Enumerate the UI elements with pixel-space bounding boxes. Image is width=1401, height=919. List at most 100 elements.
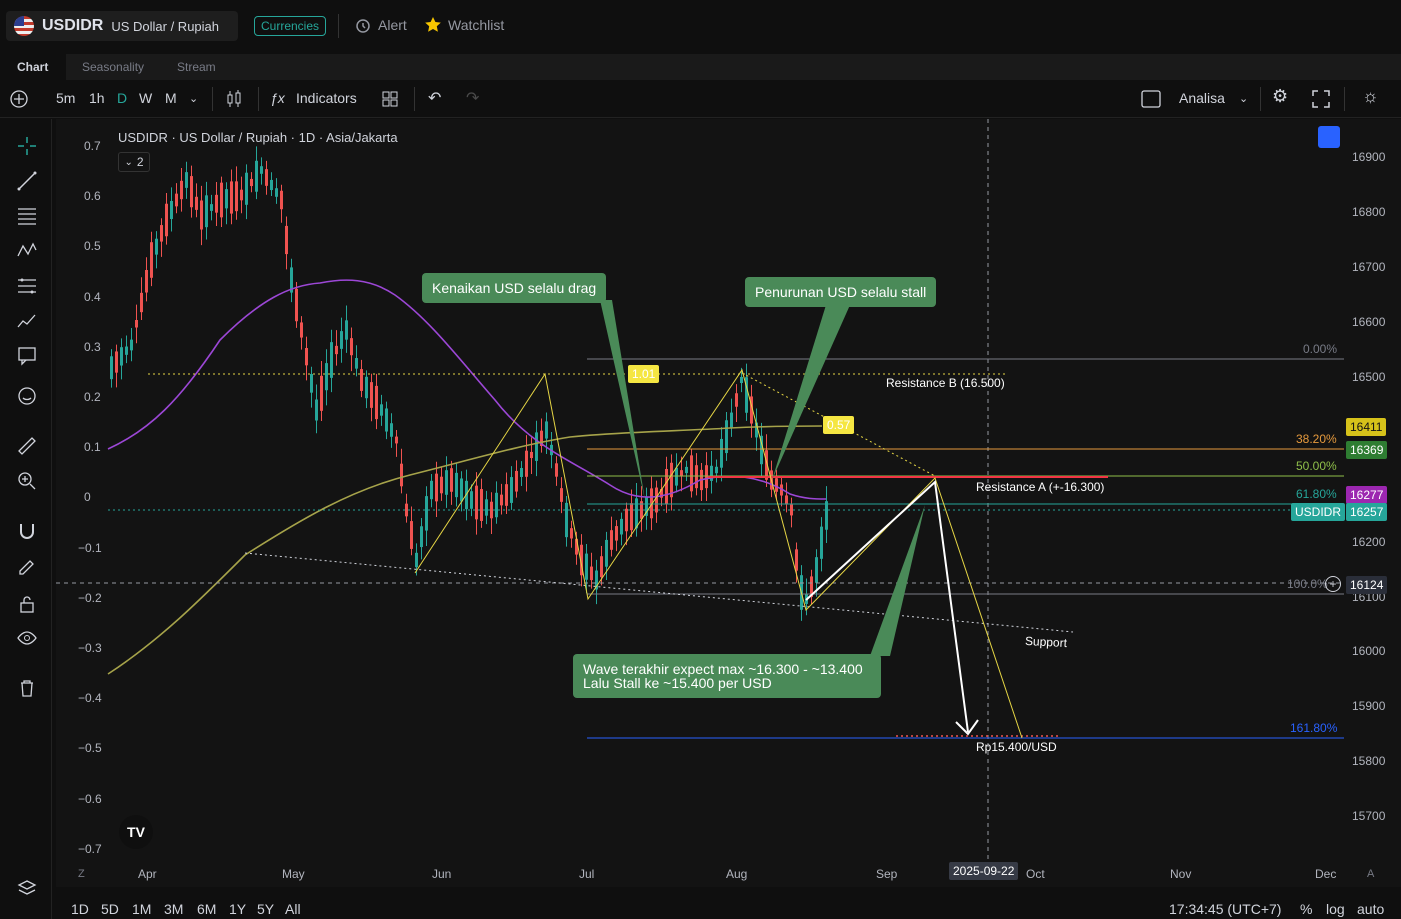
callout-wave-expectation: Wave terakhir expect max ~16.300 - ~13.4…	[573, 654, 881, 698]
candle-body	[190, 176, 193, 208]
candle-body	[590, 566, 593, 581]
right-scale-tick: 15800	[1352, 754, 1386, 768]
candle-body	[625, 508, 628, 532]
candle-body	[485, 499, 488, 516]
left-scale-tick: −0.2	[78, 590, 102, 605]
time-axis-tick: Aug	[726, 867, 748, 881]
callout-usd-drag: Kenaikan USD selalu drag	[422, 273, 607, 303]
fib-label-382: 38.20%	[1296, 432, 1337, 446]
candle-body	[405, 503, 408, 517]
candle-body	[510, 477, 513, 503]
wave-marker-101: 1.01	[628, 365, 660, 383]
candle-body	[705, 465, 708, 489]
candle-body	[345, 320, 348, 340]
right-scale-tick: 16000	[1352, 644, 1386, 658]
zoom-z-icon[interactable]: Z	[78, 868, 85, 880]
callout-line-1: Wave terakhir expect max ~16.300 - ~13.4…	[583, 661, 863, 677]
legend-collapse-toggle[interactable]: ⌄ 2	[118, 152, 150, 172]
candle-body	[375, 385, 378, 420]
candle-body	[280, 190, 283, 210]
range-button[interactable]: All	[285, 901, 301, 917]
range-button[interactable]: 1M	[132, 901, 151, 917]
time-axis-tick: Dec	[1315, 867, 1337, 881]
candle-body	[775, 478, 778, 492]
indicator-count: 2	[136, 155, 144, 169]
resistance-a-label: Resistance A (+-16.300)	[976, 480, 1105, 494]
range-button[interactable]: 6M	[197, 901, 216, 917]
candle-body	[285, 225, 288, 255]
range-button[interactable]: 1Y	[229, 901, 246, 917]
left-scale-tick: −0.1	[78, 540, 102, 555]
right-scale-tick: 16500	[1352, 370, 1386, 384]
candlestick-series	[110, 146, 828, 621]
candle-body	[585, 553, 588, 580]
right-scale-tick: 15700	[1352, 809, 1386, 823]
candle-body	[210, 204, 213, 211]
candle-body	[525, 450, 528, 477]
candle-body	[140, 292, 143, 313]
fib-label-100: 100.0%	[1287, 577, 1328, 591]
candle-body	[720, 438, 723, 468]
time-axis-tick: Oct	[1026, 867, 1045, 881]
candle-body	[730, 412, 733, 428]
range-button[interactable]: 1D	[71, 901, 89, 917]
candle-body	[685, 466, 688, 474]
moving-average-purple	[107, 279, 827, 500]
candle-body	[360, 369, 363, 391]
left-scale-tick: −0.3	[78, 641, 102, 655]
candle-body	[305, 348, 308, 366]
percent-toggle[interactable]: %	[1300, 901, 1312, 917]
candle-body	[265, 169, 268, 186]
auto-toggle[interactable]: auto	[1357, 901, 1384, 917]
candle-body	[380, 404, 383, 416]
candle-body	[175, 193, 178, 207]
add-alert-icon[interactable]: +	[1325, 576, 1341, 592]
range-button[interactable]: 5D	[101, 901, 119, 917]
candle-body	[815, 557, 818, 583]
callout-usd-stall: Penurunan USD selalu stall	[745, 277, 937, 307]
candle-body	[130, 339, 133, 351]
candle-body	[670, 462, 673, 498]
right-scale-tick: 16600	[1352, 315, 1386, 329]
chart-legend: USDIDR · US Dollar / Rupiah · 1D · Asia/…	[118, 130, 398, 145]
candle-body	[245, 172, 248, 205]
candle-body	[170, 200, 173, 220]
price-tag-16369: 16369	[1346, 441, 1388, 459]
candle-body	[355, 358, 358, 369]
clock-display[interactable]: 17:34:45 (UTC+7)	[1169, 901, 1281, 917]
candle-body	[110, 356, 113, 380]
candle-body	[400, 463, 403, 487]
right-scale-tick: 15900	[1352, 699, 1386, 713]
candle-body	[460, 478, 463, 502]
candle-body	[530, 451, 533, 459]
tradingview-logo-icon[interactable]: TV	[119, 815, 153, 849]
price-tag-current: 16257	[1346, 503, 1388, 521]
candle-body	[255, 160, 258, 192]
auto-a-icon[interactable]: A	[1367, 868, 1374, 880]
candle-body	[230, 181, 233, 214]
time-cursor-label: 2025-09-22	[949, 862, 1019, 880]
left-scale-tick: 0.2	[84, 390, 101, 404]
time-axis-tick: Sep	[876, 867, 898, 881]
range-button[interactable]: 3M	[164, 901, 183, 917]
candle-body	[715, 466, 718, 474]
candle-body	[225, 189, 228, 209]
candle-body	[125, 346, 128, 355]
candle-body	[240, 189, 243, 201]
candle-body	[395, 436, 398, 444]
candle-body	[825, 501, 828, 530]
range-button[interactable]: 5Y	[257, 901, 274, 917]
resistance-b-label: Resistance B (16.500)	[886, 376, 1005, 390]
candle-body	[115, 351, 118, 373]
candle-body	[500, 494, 503, 506]
candle-body	[220, 182, 223, 218]
sync-icon[interactable]	[1318, 126, 1340, 148]
candle-body	[205, 195, 208, 228]
candle-body	[615, 526, 618, 541]
candle-body	[655, 487, 658, 513]
log-toggle[interactable]: log	[1326, 901, 1345, 917]
target-label: Rp15.400/USD	[976, 740, 1057, 754]
candle-body	[300, 322, 303, 338]
right-scale-tick: 16200	[1352, 535, 1386, 549]
candle-body	[505, 484, 508, 506]
